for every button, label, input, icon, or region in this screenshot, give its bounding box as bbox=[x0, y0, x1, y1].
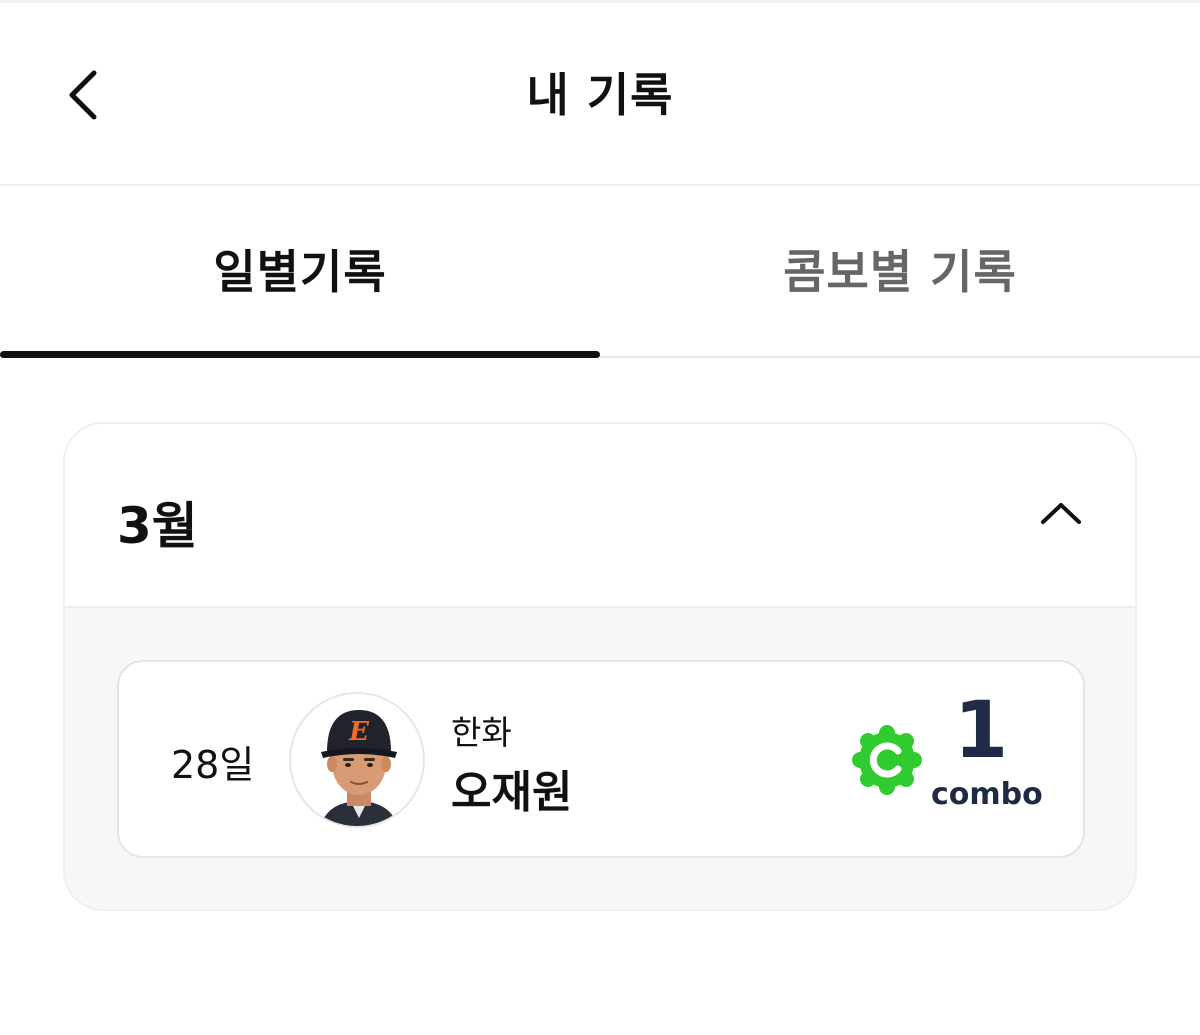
team-name: 한화 bbox=[451, 713, 512, 752]
month-title: 3월 bbox=[117, 497, 198, 555]
combo-count: 1 bbox=[953, 686, 1009, 776]
tab-bar: 일별기록 콤보별 기록 bbox=[0, 186, 1200, 358]
combo-label: combo bbox=[931, 777, 1043, 812]
tab-label: 콤보별 기록 bbox=[783, 245, 1017, 299]
tab-combo-records[interactable]: 콤보별 기록 bbox=[600, 186, 1200, 356]
app-header: 내 기록 bbox=[0, 3, 1200, 186]
combo-c-badge-icon bbox=[851, 724, 923, 796]
player-avatar: E bbox=[289, 692, 425, 828]
month-section: 3월 28일 E 한화 오재원 1 combo bbox=[63, 422, 1137, 911]
player-name: 오재원 bbox=[451, 767, 573, 818]
chevron-up-icon bbox=[1041, 503, 1081, 524]
active-tab-indicator bbox=[0, 351, 600, 358]
record-day: 28일 bbox=[171, 743, 255, 787]
record-item[interactable]: 28일 E 한화 오재원 1 combo bbox=[117, 660, 1085, 858]
player-photo-icon: E bbox=[291, 694, 423, 826]
collapse-button[interactable] bbox=[1021, 484, 1101, 544]
page-title: 내 기록 bbox=[526, 68, 674, 122]
svg-text:E: E bbox=[348, 717, 370, 747]
page: 내 기록 일별기록 콤보별 기록 3월 28일 E 한화 오재원 1 combo bbox=[0, 0, 1200, 1035]
tab-label: 일별기록 bbox=[213, 245, 387, 299]
tab-daily-records[interactable]: 일별기록 bbox=[0, 186, 600, 358]
month-header[interactable]: 3월 bbox=[65, 424, 1135, 608]
